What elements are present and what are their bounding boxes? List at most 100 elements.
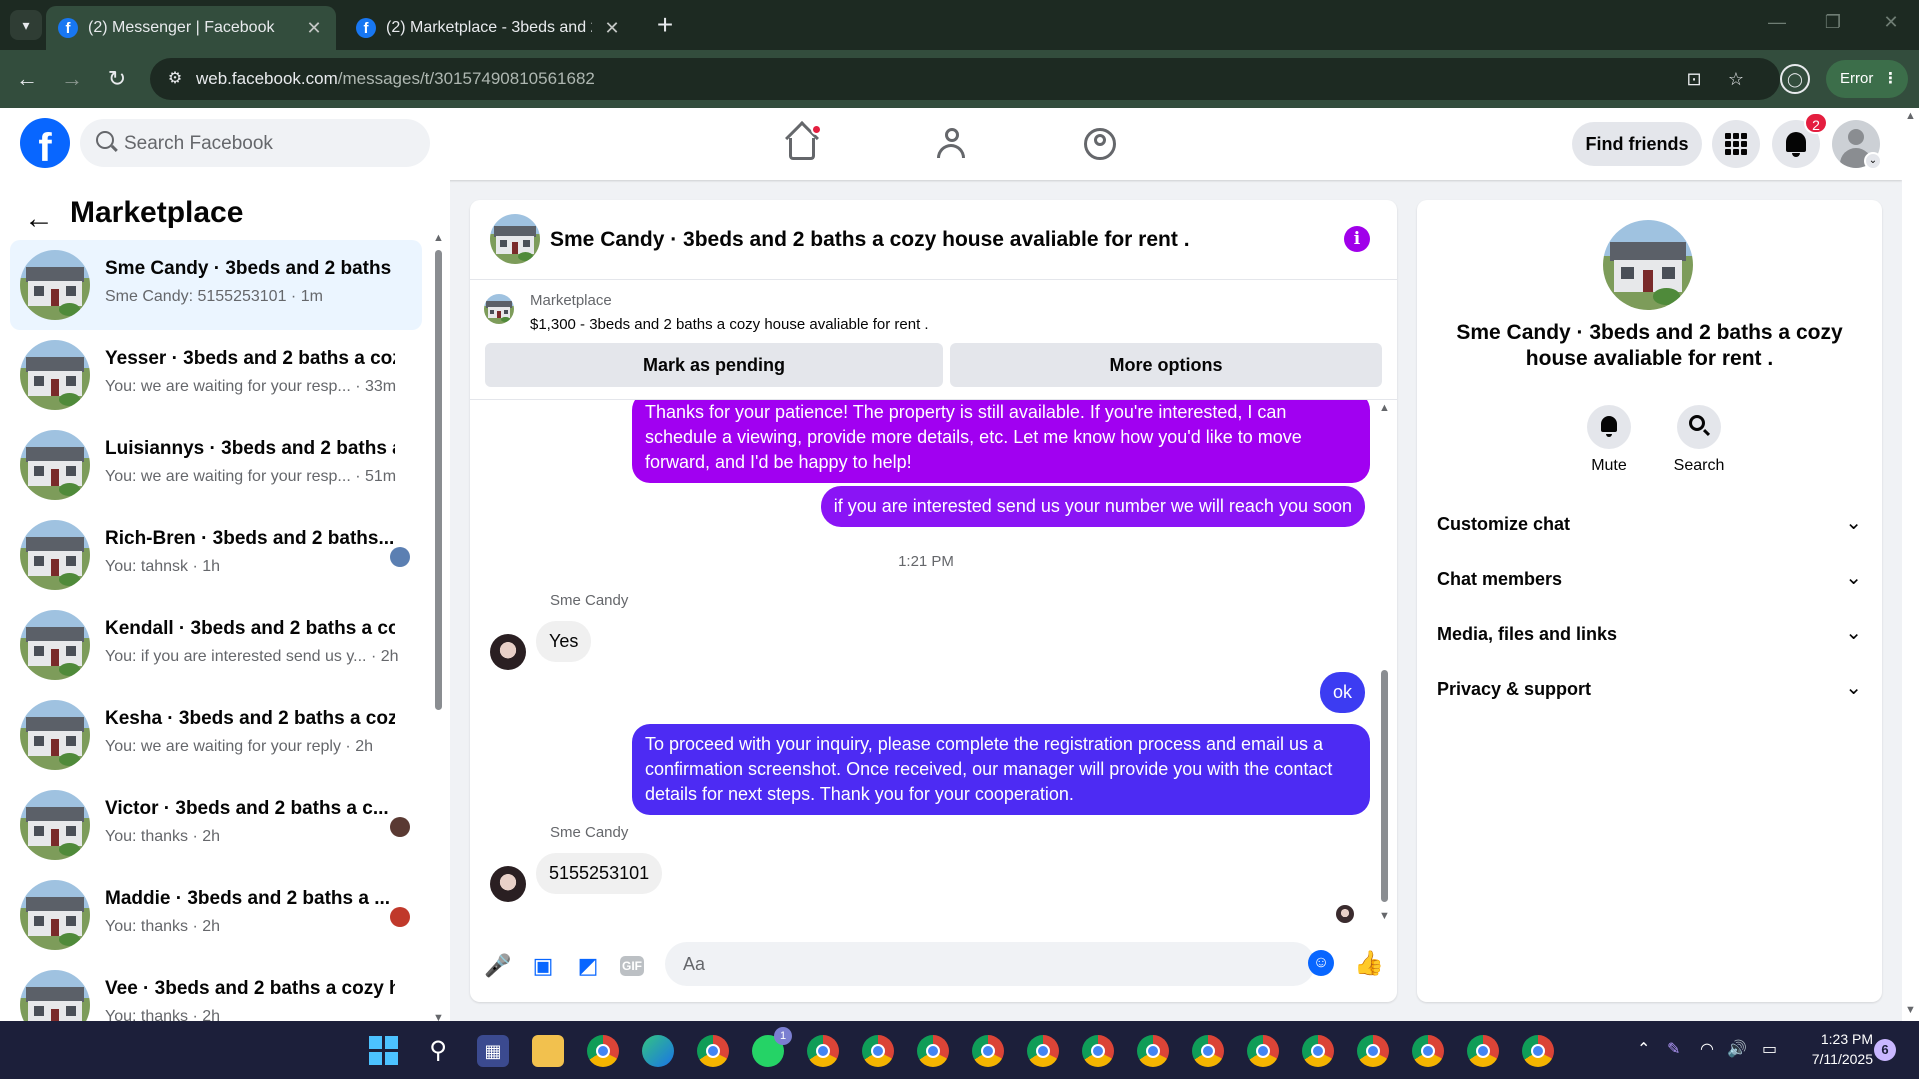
url-text[interactable]: web.facebook.com/messages/t/301574908105… — [196, 69, 595, 89]
chrome-profile-icon[interactable] — [1192, 1035, 1224, 1067]
sender-avatar[interactable] — [490, 634, 526, 670]
system-clock[interactable]: 1:23 PM 7/11/2025 — [1793, 1029, 1873, 1069]
close-tab-icon[interactable]: ✕ — [304, 18, 324, 39]
search-in-chat-button[interactable]: Search — [1659, 405, 1739, 475]
conversation-item[interactable]: Vee · 3beds and 2 baths a cozy h... You: … — [10, 960, 422, 1021]
chrome-profile-icon[interactable] — [697, 1035, 729, 1067]
photo-icon[interactable]: ▣ — [529, 952, 557, 980]
search-icon[interactable]: ⚲ — [422, 1035, 454, 1067]
listing-thumbnail[interactable] — [484, 294, 514, 324]
chrome-icon[interactable] — [587, 1035, 619, 1067]
page-scrollbar[interactable]: ▲ ▼ — [1902, 108, 1919, 1021]
chrome-profile-icon[interactable] — [1522, 1035, 1554, 1067]
listing-profile-photo[interactable] — [1603, 220, 1693, 310]
bookmark-star-icon[interactable]: ☆ — [1724, 67, 1748, 91]
install-app-icon[interactable]: ⊡ — [1682, 67, 1706, 91]
conversation-item[interactable]: Kendall · 3beds and 2 baths a co... You: … — [10, 600, 422, 690]
incoming-message[interactable]: 5155253101 — [536, 853, 663, 894]
tab-search-button[interactable]: ▾ — [10, 10, 42, 40]
notification-center-badge[interactable]: 6 — [1874, 1039, 1896, 1061]
wifi-icon[interactable]: ◠ — [1700, 1039, 1714, 1059]
pen-icon[interactable]: ✎ — [1667, 1039, 1680, 1059]
minimize-icon[interactable]: — — [1762, 12, 1792, 33]
menu-grid-icon[interactable] — [1712, 120, 1760, 168]
back-arrow-icon[interactable]: ← — [24, 202, 54, 236]
chrome-profile-icon[interactable] — [972, 1035, 1004, 1067]
kebab-menu-icon[interactable]: ⋮ — [1883, 60, 1898, 98]
chrome-profile-icon[interactable] — [1302, 1035, 1334, 1067]
conversation-item[interactable]: Victor · 3beds and 2 baths a c... You: th… — [10, 780, 422, 870]
outgoing-message[interactable]: ok — [1319, 672, 1365, 713]
tab-marketplace[interactable]: f (2) Marketplace - 3beds and 2 b ✕ — [344, 6, 634, 50]
chrome-profile-icon[interactable] — [1082, 1035, 1114, 1067]
chrome-profile-icon[interactable] — [1137, 1035, 1169, 1067]
forward-icon[interactable]: → — [57, 64, 87, 94]
close-window-icon[interactable]: ✕ — [1876, 12, 1906, 33]
chrome-profile-icon[interactable] — [917, 1035, 949, 1067]
tab-messenger[interactable]: f (2) Messenger | Facebook ✕ — [46, 6, 336, 50]
chrome-profile-icon[interactable] — [1412, 1035, 1444, 1067]
mute-button[interactable]: Mute — [1569, 405, 1649, 475]
account-chevron-down-icon[interactable]: ⌄ — [1864, 152, 1882, 170]
volume-icon[interactable]: 🔊 — [1727, 1039, 1747, 1059]
chrome-profile-icon[interactable] — [862, 1035, 894, 1067]
conversation-item[interactable]: Rich-Bren · 3beds and 2 baths... You: tah… — [10, 510, 422, 600]
site-settings-icon[interactable]: ⚙ — [164, 68, 186, 90]
conversation-item[interactable]: Luisiannys · 3beds and 2 baths a... You: … — [10, 420, 422, 510]
more-options-button[interactable]: More options — [950, 343, 1382, 387]
outgoing-message[interactable]: if you are interested send us your numbe… — [820, 486, 1365, 527]
chrome-profile-icon[interactable] — [1247, 1035, 1279, 1067]
chrome-profile-icon[interactable] — [1357, 1035, 1389, 1067]
thumbs-up-icon[interactable]: 👍 — [1354, 950, 1384, 978]
sticker-icon[interactable]: ◩ — [574, 952, 602, 980]
facebook-logo-icon[interactable]: f — [20, 118, 70, 168]
profile-error-button[interactable]: Error ⋮ — [1826, 60, 1908, 98]
info-icon[interactable]: i — [1344, 226, 1370, 252]
back-icon[interactable]: ← — [12, 64, 42, 94]
home-icon[interactable] — [783, 121, 823, 164]
edge-icon[interactable] — [642, 1035, 674, 1067]
listing-photo[interactable] — [490, 214, 540, 264]
store-icon[interactable]: ▦ — [477, 1035, 509, 1067]
chrome-profile-icon[interactable] — [1467, 1035, 1499, 1067]
gif-icon[interactable]: GIF — [620, 956, 644, 976]
outgoing-message[interactable]: Thanks for your patience! The property i… — [632, 400, 1370, 483]
groups-icon[interactable] — [1080, 124, 1120, 164]
new-tab-button[interactable]: + — [650, 10, 680, 40]
chat-title[interactable]: Sme Candy · 3beds and 2 baths a cozy hou… — [550, 228, 1190, 252]
battery-icon[interactable]: ▭ — [1762, 1039, 1777, 1059]
windows-start-icon[interactable] — [368, 1035, 400, 1067]
chrome-profile-icon[interactable] — [807, 1035, 839, 1067]
sidebar-scrollbar[interactable]: ▲ ▼ — [433, 232, 444, 1021]
customize-chat-section[interactable]: Customize chat ⌄ — [1437, 506, 1862, 546]
thread-scrollbar[interactable]: ▲ ▼ — [1378, 400, 1390, 930]
media-files-links-section[interactable]: Media, files and links ⌄ — [1437, 616, 1862, 656]
listing-description[interactable]: $1,300 - 3beds and 2 baths a cozy house … — [530, 316, 929, 333]
reload-icon[interactable]: ↻ — [102, 64, 132, 94]
sender-avatar[interactable] — [490, 866, 526, 902]
restore-icon[interactable]: ❐ — [1818, 12, 1848, 33]
facebook-search-box[interactable]: Search Facebook — [80, 119, 430, 167]
microphone-icon[interactable]: 🎤 — [484, 952, 512, 980]
find-friends-button[interactable]: Find friends — [1572, 122, 1702, 166]
privacy-support-section[interactable]: Privacy & support ⌄ — [1437, 671, 1862, 711]
chevron-up-icon[interactable]: ⌃ — [1637, 1039, 1650, 1059]
conversation-item[interactable]: Maddie · 3beds and 2 baths a ... You: tha… — [10, 870, 422, 960]
address-bar[interactable]: ⚙ web.facebook.com/messages/t/3015749081… — [150, 58, 1780, 100]
chrome-profile-icon[interactable] — [1027, 1035, 1059, 1067]
friends-icon[interactable] — [933, 124, 973, 164]
chat-members-section[interactable]: Chat members ⌄ — [1437, 561, 1862, 601]
mark-as-pending-button[interactable]: Mark as pending — [485, 343, 943, 387]
emoji-icon[interactable]: ☺ — [1308, 950, 1334, 976]
conversation-item[interactable]: Sme Candy · 3beds and 2 baths ... Sme Can… — [10, 240, 422, 330]
profile-icon[interactable]: ◯ — [1780, 64, 1810, 94]
close-tab-icon[interactable]: ✕ — [602, 18, 622, 39]
whatsapp-icon[interactable]: 1 — [752, 1027, 792, 1067]
outgoing-message[interactable]: To proceed with your inquiry, please com… — [632, 724, 1370, 815]
message-input[interactable] — [665, 942, 1315, 986]
conversation-item[interactable]: Yesser · 3beds and 2 baths a coz... You: … — [10, 330, 422, 420]
file-explorer-icon[interactable] — [532, 1035, 564, 1067]
incoming-message[interactable]: Yes — [536, 621, 592, 662]
conversation-item[interactable]: Kesha · 3beds and 2 baths a coz... You: w… — [10, 690, 422, 780]
chat-info-panel: Sme Candy · 3beds and 2 baths a cozy hou… — [1417, 200, 1882, 1002]
